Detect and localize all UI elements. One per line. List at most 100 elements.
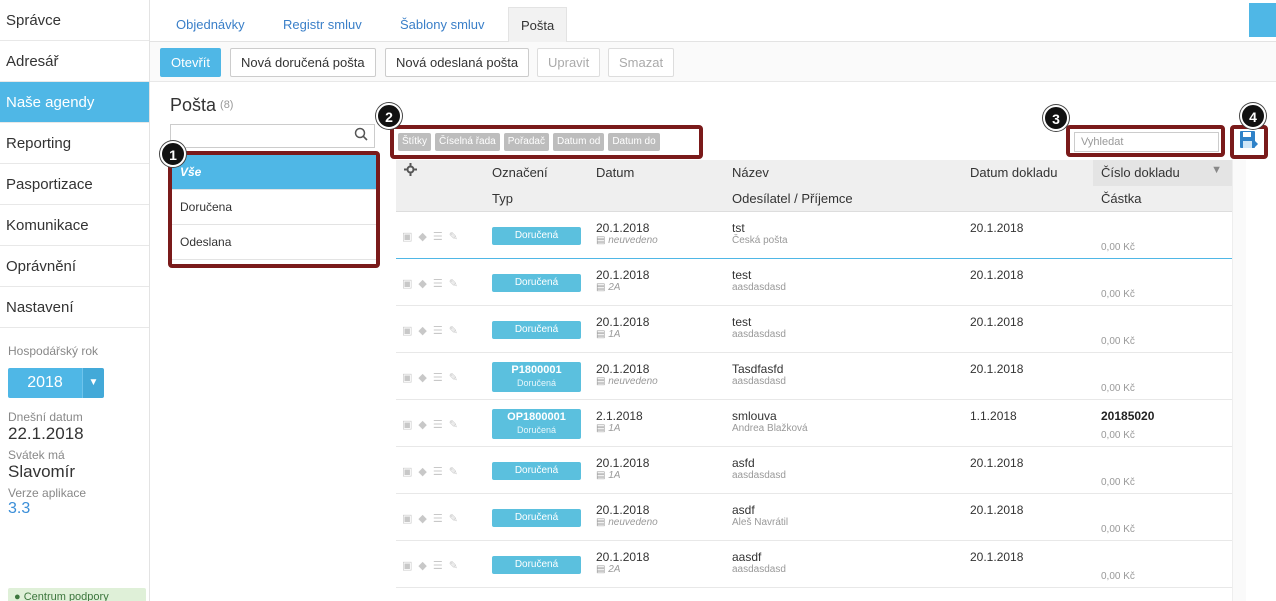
sidebar-item-nase-agendy[interactable]: Naše agendy	[0, 82, 149, 123]
pencil-icon[interactable]: ✎	[449, 559, 458, 572]
tag-filter-bar: Štítky Číselná řada Pořadač Datum od Dat…	[390, 125, 703, 159]
tag-icon[interactable]: ◆	[418, 277, 426, 290]
search-input[interactable]: Vyhledat	[1074, 132, 1219, 152]
briefcase-icon[interactable]: ▣	[402, 371, 412, 384]
chip-ciselna-rada[interactable]: Číselná řada	[435, 133, 500, 151]
table-row[interactable]: ▣ ◆ ☰ ✎ Doručená 20.1.2018 ▤ 2A test aasdasdasd 2…	[396, 259, 1232, 306]
tag-icon[interactable]: ◆	[418, 465, 426, 478]
open-button[interactable]: Otevřít	[160, 48, 222, 77]
chip-poradac[interactable]: Pořadač	[503, 133, 549, 151]
doc-date: 20.1.2018	[970, 221, 1024, 235]
col-oznaceni[interactable]: Označení	[492, 165, 548, 180]
sidebar-item-pasportizace[interactable]: Pasportizace	[0, 164, 149, 205]
table-row[interactable]: ▣ ◆ ☰ ✎ Doručená 20.1.2018 ▤ neuvedeno tst Česká…	[396, 212, 1232, 259]
tab-posta[interactable]: Pošta	[508, 7, 568, 42]
filter-outgoing[interactable]: Odeslana	[172, 225, 376, 260]
col-odesilatel[interactable]: Odesílatel / Příjemce	[732, 191, 853, 206]
status-badge: Doručená	[492, 227, 581, 245]
table-row[interactable]: ▣ ◆ ☰ ✎ Doručená 20.1.2018 ▤ 1A test aasdasdasd 2…	[396, 306, 1232, 353]
pencil-icon[interactable]: ✎	[449, 465, 458, 478]
list-icon[interactable]: ☰	[433, 418, 443, 431]
tag-icon[interactable]: ◆	[418, 512, 426, 525]
mail-name: Tasdfasfd	[732, 362, 784, 376]
mail-party: aasdasdasd	[732, 470, 786, 481]
today-value: 22.1.2018	[8, 424, 84, 443]
col-nazev[interactable]: Název	[732, 165, 769, 180]
pencil-icon[interactable]: ✎	[449, 324, 458, 337]
table-scrollbar[interactable]	[1232, 160, 1246, 601]
list-icon[interactable]: ☰	[433, 512, 443, 525]
filter-search-input[interactable]	[170, 124, 375, 148]
table-row[interactable]: ▣ ◆ ☰ ✎ P1800001 Doručená 20.1.2018 ▤ neuvedeno…	[396, 353, 1232, 400]
edit-button[interactable]: Upravit	[537, 48, 601, 77]
list-icon[interactable]: ☰	[433, 559, 443, 572]
mail-name: asdf	[732, 503, 755, 517]
col-datum[interactable]: Datum	[596, 165, 634, 180]
tab-registr-smluv[interactable]: Registr smluv	[271, 7, 374, 42]
table-body: ▣ ◆ ☰ ✎ Doručená 20.1.2018 ▤ neuvedeno tst Česká…	[396, 212, 1232, 588]
amount: 0,00 Kč	[1101, 336, 1135, 347]
corner-button[interactable]	[1249, 3, 1276, 37]
table-row[interactable]: ▣ ◆ ☰ ✎ Doručená 20.1.2018 ▤ neuvedeno asdf Aleš…	[396, 494, 1232, 541]
pencil-icon[interactable]: ✎	[449, 418, 458, 431]
mail-name: test	[732, 315, 752, 329]
col-castka[interactable]: Částka	[1101, 191, 1141, 206]
sidebar-item-spravce[interactable]: Správce	[0, 0, 149, 41]
save-export-icon[interactable]	[1239, 130, 1259, 155]
briefcase-icon[interactable]: ▣	[402, 559, 412, 572]
briefcase-icon[interactable]: ▣	[402, 418, 412, 431]
fiscal-year-select[interactable]: 2018 ▼	[8, 368, 141, 398]
sidebar-item-komunikace[interactable]: Komunikace	[0, 205, 149, 246]
folder-icon: ▤	[596, 376, 609, 387]
filter-all[interactable]: Vše	[172, 155, 376, 190]
amount: 0,00 Kč	[1101, 289, 1135, 300]
tag-icon[interactable]: ◆	[418, 371, 426, 384]
sort-down-icon[interactable]: ▼	[1211, 164, 1222, 176]
col-typ[interactable]: Typ	[492, 191, 513, 206]
caret-down-icon[interactable]: ▼	[82, 368, 104, 398]
mail-type: Doručená	[516, 425, 557, 435]
chip-datum-do[interactable]: Datum do	[608, 133, 660, 151]
briefcase-icon[interactable]: ▣	[402, 277, 412, 290]
tag-icon[interactable]: ◆	[418, 418, 426, 431]
pencil-icon[interactable]: ✎	[449, 371, 458, 384]
briefcase-icon[interactable]: ▣	[402, 465, 412, 478]
tab-objednavky[interactable]: Objednávky	[164, 7, 257, 42]
tag-icon[interactable]: ◆	[418, 230, 426, 243]
search-icon[interactable]	[354, 127, 368, 144]
sidebar-item-adresar[interactable]: Adresář	[0, 41, 149, 82]
pencil-icon[interactable]: ✎	[449, 230, 458, 243]
mail-name: tst	[732, 221, 745, 235]
list-icon[interactable]: ☰	[433, 371, 443, 384]
sidebar-item-opravneni[interactable]: Oprávnění	[0, 246, 149, 287]
table-row[interactable]: ▣ ◆ ☰ ✎ Doručená 20.1.2018 ▤ 1A asfd aasdasdasd 2…	[396, 447, 1232, 494]
support-button[interactable]: ● Centrum podpory	[8, 588, 146, 601]
fiscal-year-value[interactable]: 2018	[8, 368, 82, 398]
briefcase-icon[interactable]: ▣	[402, 230, 412, 243]
col-cislo-dokladu[interactable]: Číslo dokladu ▼	[1093, 160, 1232, 186]
col-datum-dokladu[interactable]: Datum dokladu	[970, 165, 1057, 180]
filter-incoming[interactable]: Doručena	[172, 190, 376, 225]
gear-icon[interactable]	[404, 163, 417, 179]
list-icon[interactable]: ☰	[433, 324, 443, 337]
list-icon[interactable]: ☰	[433, 230, 443, 243]
table-row[interactable]: ▣ ◆ ☰ ✎ OP1800001 Doručená 2.1.2018 ▤ 1A smlouva…	[396, 400, 1232, 447]
table-row[interactable]: ▣ ◆ ☰ ✎ Doručená 20.1.2018 ▤ 2A aasdf aasdasdasd…	[396, 541, 1232, 588]
sidebar-item-reporting[interactable]: Reporting	[0, 123, 149, 164]
delete-button[interactable]: Smazat	[608, 48, 675, 77]
pencil-icon[interactable]: ✎	[449, 277, 458, 290]
new-incoming-button[interactable]: Nová doručená pošta	[230, 48, 376, 77]
list-icon[interactable]: ☰	[433, 277, 443, 290]
chip-datum-od[interactable]: Datum od	[552, 133, 605, 151]
tag-icon[interactable]: ◆	[418, 324, 426, 337]
briefcase-icon[interactable]: ▣	[402, 512, 412, 525]
sidebar-item-nastaveni[interactable]: Nastavení	[0, 287, 149, 328]
chip-stitky[interactable]: Štítky	[398, 133, 432, 151]
tag-icon[interactable]: ◆	[418, 559, 426, 572]
briefcase-icon[interactable]: ▣	[402, 324, 412, 337]
new-outgoing-button[interactable]: Nová odeslaná pošta	[385, 48, 530, 77]
pencil-icon[interactable]: ✎	[449, 512, 458, 525]
list-icon[interactable]: ☰	[433, 465, 443, 478]
export-box	[1230, 125, 1268, 159]
tab-sablony-smluv[interactable]: Šablony smluv	[388, 7, 497, 42]
